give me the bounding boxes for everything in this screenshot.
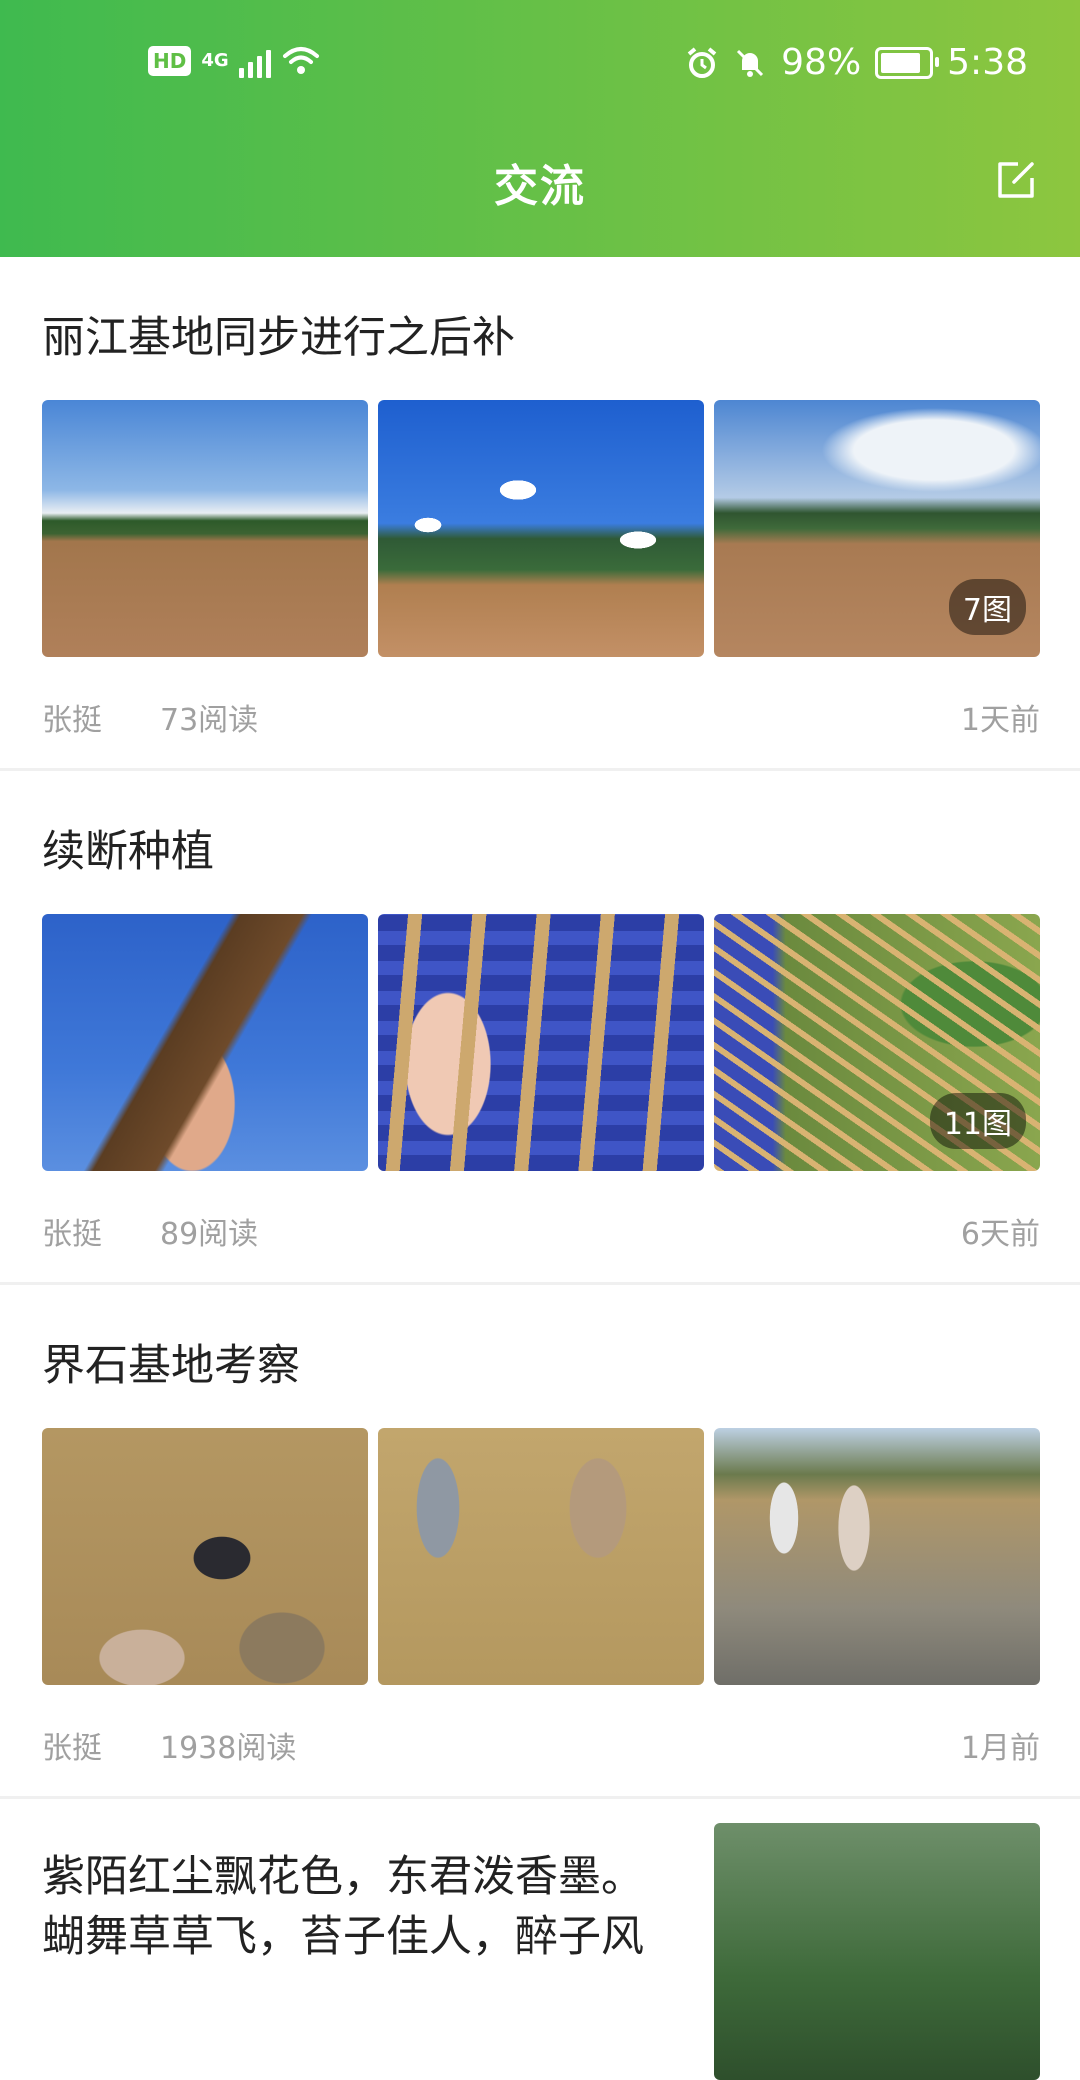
post-reads: 73阅读	[160, 703, 259, 738]
post-images: 7图	[42, 400, 1040, 657]
post-card[interactable]: 界石基地考察 张挺 1938阅读 1月前	[0, 1285, 1080, 1799]
alarm-icon	[687, 46, 717, 78]
post-card[interactable]: 紫陌红尘飘花色，东君泼香墨。蝴舞草草飞，苔子佳人，醉子风	[0, 1799, 1080, 2080]
post-image[interactable]: 11图	[714, 914, 1040, 1171]
wifi-icon	[282, 47, 319, 74]
clock: 5:38	[947, 42, 1028, 83]
battery-percent: 98%	[781, 42, 862, 83]
post-images: 11图	[42, 914, 1040, 1171]
battery-icon	[875, 46, 940, 79]
battery-fill	[881, 52, 921, 73]
post-author: 张挺	[42, 1217, 102, 1252]
post-author: 张挺	[42, 703, 102, 738]
edit-icon[interactable]	[992, 156, 1040, 204]
image-count-badge: 11图	[929, 1093, 1026, 1149]
post-card[interactable]: 丽江基地同步进行之后补 7图 张挺 73阅读 1天前	[0, 257, 1080, 771]
post-image[interactable]	[378, 400, 704, 657]
signal-icon	[238, 44, 271, 78]
mute-bell-icon	[737, 49, 764, 77]
status-right: 98% 5:38	[685, 42, 1028, 83]
hd-badge: HD	[148, 46, 192, 76]
post-reads: 1938阅读	[160, 1731, 297, 1766]
post-time: 1月前	[960, 1731, 1040, 1766]
post-images	[42, 1428, 1040, 1685]
post-title: 丽江基地同步进行之后补	[42, 313, 515, 363]
post-card[interactable]: 续断种植 11图 张挺 89阅读 6天前	[0, 771, 1080, 1285]
post-title: 紫陌红尘飘花色，东君泼香墨。蝴舞草草飞，苔子佳人，醉子风	[42, 1852, 644, 1962]
post-image[interactable]	[714, 1823, 1040, 2080]
post-image[interactable]	[378, 914, 704, 1171]
post-meta: 张挺 1938阅读 1月前	[42, 1723, 1040, 1767]
status-left: HD 4G	[148, 44, 321, 78]
post-meta: 张挺 89阅读 6天前	[42, 1209, 1040, 1253]
post-image[interactable]	[42, 400, 368, 657]
post-reads: 89阅读	[160, 1217, 259, 1252]
post-meta: 张挺 73阅读 1天前	[42, 695, 1040, 739]
post-image[interactable]	[42, 1428, 368, 1685]
post-list: 丽江基地同步进行之后补 7图 张挺 73阅读 1天前 续断种植 11图 张挺 8…	[0, 257, 1080, 2080]
post-image[interactable]	[714, 1428, 1040, 1685]
status-bar: HD 4G 98% 5:38	[0, 38, 1080, 98]
app-header: HD 4G 98% 5:38 交流	[0, 0, 1080, 257]
post-title: 界石基地考察	[42, 1341, 300, 1391]
post-author: 张挺	[42, 1731, 102, 1766]
post-image[interactable]	[378, 1428, 704, 1685]
image-count-badge: 7图	[948, 579, 1026, 635]
post-title: 续断种植	[42, 827, 214, 877]
post-time: 6天前	[960, 1217, 1040, 1252]
page-title: 交流	[494, 161, 586, 212]
post-image[interactable]	[42, 914, 368, 1171]
network-type: 4G	[201, 50, 229, 71]
post-time: 1天前	[960, 703, 1040, 738]
post-image[interactable]: 7图	[714, 400, 1040, 657]
